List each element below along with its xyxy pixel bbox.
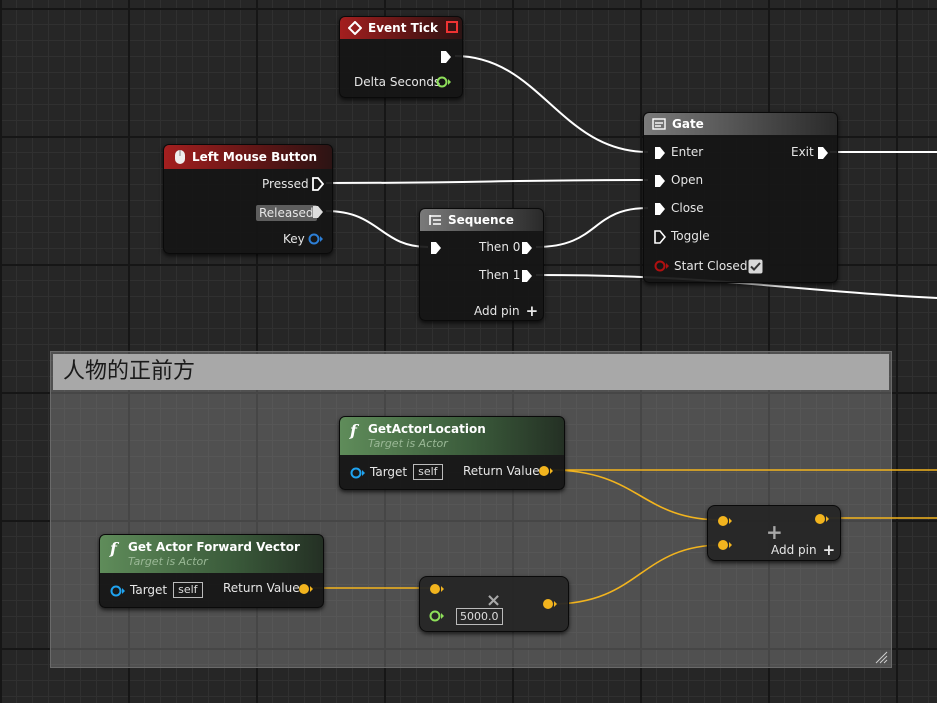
event-tick-node[interactable]: Event Tick Delta Seconds <box>339 16 463 98</box>
location-return-pin[interactable] <box>538 465 554 477</box>
key-label: Key <box>283 232 305 246</box>
sequence-title: Sequence <box>448 213 514 227</box>
open-label: Open <box>671 173 704 187</box>
multiply-node[interactable]: × 5000.0 <box>419 576 569 632</box>
event-tick-title: Event Tick <box>368 21 439 35</box>
get-actor-location-subtitle: Target is Actor <box>368 437 448 450</box>
toggle-exec-pin[interactable] <box>654 230 666 244</box>
sequence-exec-in-pin[interactable] <box>430 241 442 255</box>
plus-icon: + <box>822 541 836 559</box>
released-label: Released <box>256 205 317 221</box>
add-input-b-pin[interactable] <box>717 539 733 551</box>
gate-title: Gate <box>672 117 704 131</box>
close-exec-pin[interactable] <box>654 202 666 216</box>
gate-icon <box>652 118 666 130</box>
then-1-pin[interactable] <box>521 269 533 283</box>
add-node-add-pin-button[interactable]: Add pin + <box>771 541 835 559</box>
get-actor-forward-vector-node[interactable]: f Get Actor Forward Vector Target is Act… <box>99 534 324 608</box>
sequence-icon <box>429 215 441 225</box>
start-closed-label: Start Closed <box>674 259 748 273</box>
location-target-label: Target <box>370 465 408 479</box>
then-1-label: Then 1 <box>479 268 521 282</box>
add-node[interactable]: + Add pin + <box>707 505 841 561</box>
exec-wire-tick-gate <box>454 55 649 153</box>
get-actor-location-node[interactable]: f GetActorLocation Target is Actor Targe… <box>339 416 565 490</box>
exec-wire-pressed-open <box>325 179 649 184</box>
delegate-pin-icon[interactable] <box>446 21 458 33</box>
delta-seconds-pin[interactable] <box>436 76 452 88</box>
function-icon: f <box>110 539 117 558</box>
exit-exec-pin[interactable] <box>817 146 829 160</box>
forward-target-label: Target <box>130 583 168 597</box>
add-node-add-pin-label: Add pin <box>771 543 817 557</box>
close-label: Close <box>671 201 704 215</box>
event-diamond-icon <box>348 21 362 35</box>
start-closed-checkbox[interactable] <box>748 259 763 274</box>
multiply-out-pin[interactable] <box>542 598 558 610</box>
forward-return-label: Return Value <box>223 581 300 595</box>
comment-title[interactable]: 人物的正前方 <box>53 354 889 390</box>
left-mouse-button-title: Left Mouse Button <box>192 150 318 164</box>
forward-target-pin[interactable] <box>110 585 126 597</box>
exec-wire-released-sequence <box>325 210 429 248</box>
enter-label: Enter <box>671 145 704 159</box>
resize-handle-icon[interactable] <box>874 650 888 664</box>
get-forward-title: Get Actor Forward Vector <box>128 540 300 554</box>
pressed-exec-pin[interactable] <box>312 177 324 191</box>
mouse-icon <box>175 150 185 164</box>
then-0-label: Then 0 <box>479 240 521 254</box>
get-forward-subtitle: Target is Actor <box>128 555 208 568</box>
location-self-field[interactable]: self <box>413 464 443 480</box>
gate-node[interactable]: Gate Enter Exit Open Close Toggle Start … <box>643 112 838 283</box>
released-exec-pin[interactable] <box>312 205 324 219</box>
enter-exec-pin[interactable] <box>654 146 666 160</box>
multiply-value-field[interactable]: 5000.0 <box>456 608 503 625</box>
add-out-pin[interactable] <box>814 513 830 525</box>
key-struct-pin[interactable] <box>308 233 324 245</box>
function-icon: f <box>350 421 357 440</box>
multiply-float-in-pin[interactable] <box>429 610 445 622</box>
exec-wire-then0-close <box>535 207 649 248</box>
left-mouse-button-node[interactable]: Left Mouse Button Pressed Released Key <box>163 144 333 254</box>
add-input-a-pin[interactable] <box>717 515 733 527</box>
delta-seconds-label: Delta Seconds <box>354 75 441 89</box>
toggle-label: Toggle <box>671 229 710 243</box>
get-actor-location-title: GetActorLocation <box>368 422 486 436</box>
open-exec-pin[interactable] <box>654 174 666 188</box>
sequence-add-pin-button[interactable]: Add pin + <box>474 302 538 320</box>
forward-self-field[interactable]: self <box>173 582 203 598</box>
sequence-add-pin-label: Add pin <box>474 304 520 318</box>
exit-label: Exit <box>791 145 814 159</box>
location-return-label: Return Value <box>463 464 540 478</box>
then-0-pin[interactable] <box>521 241 533 255</box>
plus-icon: + <box>525 302 539 320</box>
location-target-pin[interactable] <box>350 467 366 479</box>
exec-out-pin[interactable] <box>440 50 452 64</box>
forward-return-pin[interactable] <box>298 583 314 595</box>
start-closed-bool-pin[interactable] <box>654 260 670 272</box>
pressed-label: Pressed <box>262 177 309 191</box>
sequence-node[interactable]: Sequence Then 0 Then 1 Add pin + <box>419 208 544 321</box>
multiply-vector-in-pin[interactable] <box>429 583 445 595</box>
